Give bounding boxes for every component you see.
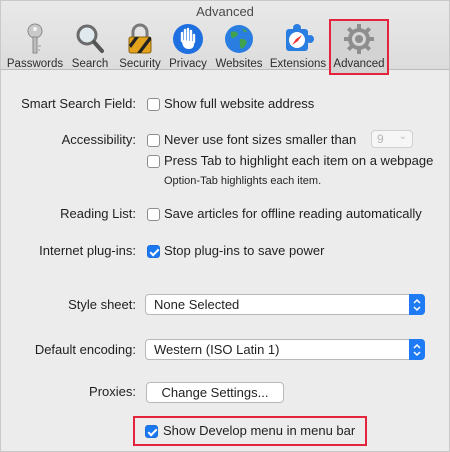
hand-icon	[171, 23, 205, 55]
min-font-size-value: 9	[377, 132, 384, 146]
stop-plugins-checkbox[interactable]	[147, 245, 160, 258]
toolbar-item-search[interactable]: Search	[65, 23, 115, 75]
toolbar-item-privacy[interactable]: Privacy	[165, 23, 211, 75]
press-tab-checkbox[interactable]	[147, 155, 160, 168]
change-settings-button[interactable]: Change Settings...	[146, 382, 284, 403]
toolbar-item-websites[interactable]: Websites	[211, 23, 267, 75]
toolbar-label: Websites	[215, 58, 263, 70]
encoding-select[interactable]: Western (ISO Latin 1)	[145, 339, 425, 360]
reading-list-label: Reading List:	[60, 206, 136, 221]
style-sheet-label: Style sheet:	[68, 297, 136, 312]
press-tab-text: Press Tab to highlight each item on a we…	[164, 153, 434, 168]
min-font-size-text: Never use font sizes smaller than	[164, 132, 357, 147]
chevron-down-icon: ⌄	[398, 131, 407, 142]
toolbar-item-security[interactable]: Security	[115, 23, 165, 75]
toolbar-label: Passwords	[6, 58, 64, 70]
min-font-size-select[interactable]: 9 ⌄	[371, 130, 413, 148]
magnifier-icon	[73, 23, 107, 55]
show-develop-menu-checkbox[interactable]	[145, 425, 158, 438]
gear-icon	[342, 23, 376, 55]
preferences-window: Advanced Passwords Search Security Priva…	[0, 0, 450, 452]
updown-arrows-icon	[409, 339, 425, 360]
toolbar-label: Advanced	[333, 58, 385, 70]
toolbar-item-advanced[interactable]: Advanced	[329, 19, 389, 75]
titlebar: Advanced Passwords Search Security Priva…	[1, 1, 449, 75]
show-full-address-text: Show full website address	[164, 96, 315, 111]
save-offline-checkbox[interactable]	[147, 208, 160, 221]
toolbar-item-passwords[interactable]: Passwords	[5, 23, 65, 75]
show-full-address-checkbox[interactable]	[147, 98, 160, 111]
key-icon	[18, 23, 52, 55]
proxies-label: Proxies:	[89, 384, 136, 399]
encoding-label: Default encoding:	[34, 342, 136, 357]
show-develop-menu-text: Show Develop menu in menu bar	[163, 423, 356, 438]
accessibility-label: Accessibility:	[61, 132, 136, 147]
save-offline-text: Save articles for offline reading automa…	[164, 206, 422, 221]
updown-arrows-icon	[409, 294, 425, 315]
toolbar-label: Privacy	[169, 58, 207, 70]
toolbar-item-extensions[interactable]: Extensions	[267, 23, 329, 75]
encoding-value: Western (ISO Latin 1)	[154, 342, 280, 357]
style-sheet-select[interactable]: None Selected	[145, 294, 425, 315]
globe-icon	[222, 23, 256, 55]
preferences-toolbar: Passwords Search Security Privacy Websit…	[5, 19, 389, 75]
smart-search-label: Smart Search Field:	[21, 96, 136, 111]
plugins-label: Internet plug-ins:	[39, 243, 136, 258]
padlock-icon	[123, 23, 157, 55]
toolbar-label: Security	[119, 58, 161, 70]
puzzle-compass-icon	[281, 23, 315, 55]
stop-plugins-text: Stop plug-ins to save power	[164, 243, 325, 258]
toolbar-label: Extensions	[269, 58, 327, 70]
toolbar-label: Search	[71, 58, 109, 70]
window-title: Advanced	[196, 4, 254, 19]
min-font-size-checkbox[interactable]	[147, 134, 160, 147]
option-tab-hint: Option-Tab highlights each item.	[164, 175, 322, 187]
style-sheet-value: None Selected	[154, 297, 240, 312]
